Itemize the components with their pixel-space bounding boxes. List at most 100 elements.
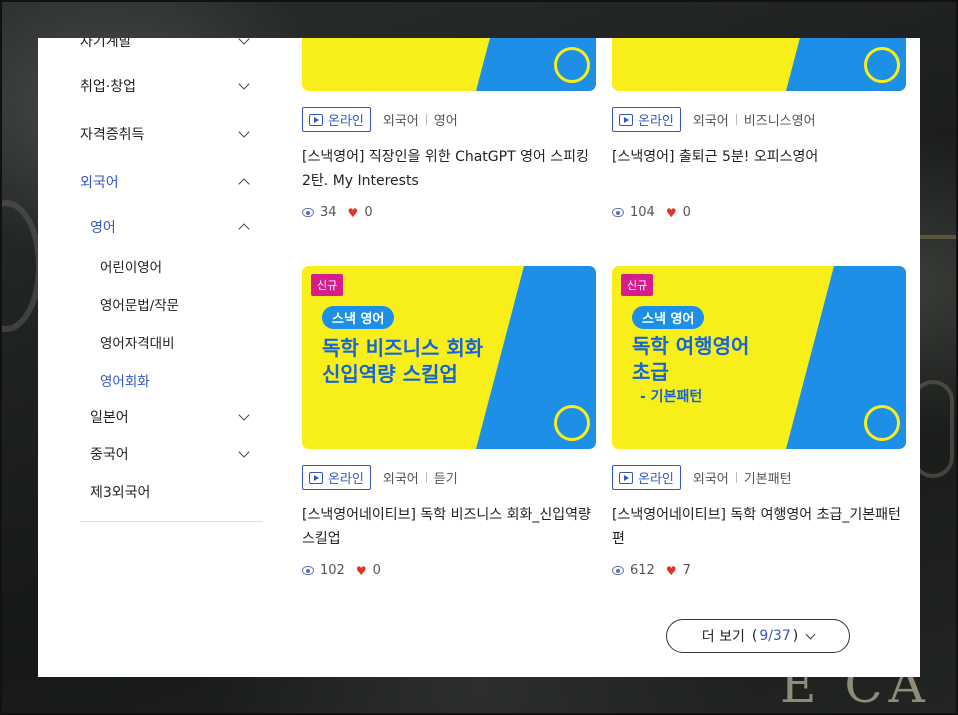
course-meta: 온라인 외국어 듣기: [302, 465, 458, 490]
heart-icon: ♥: [665, 205, 677, 220]
load-more-label: 더 보기: [701, 629, 745, 645]
play-icon: [309, 113, 323, 126]
view-count: 34: [320, 205, 337, 220]
load-more-count: 9/37: [759, 628, 791, 644]
sidebar-leaf-grammar[interactable]: 영어문법/작문: [100, 294, 179, 314]
category-separator: [735, 472, 737, 483]
thumbnail-headline: 독학 비즈니스 회화: [322, 336, 484, 360]
eye-icon: [302, 566, 314, 575]
course-thumbnail[interactable]: 신규 스낵 영어 독학 여행영어 초급 - 기본패턴: [612, 266, 906, 449]
load-more-button[interactable]: 더 보기 (9/37): [666, 619, 850, 653]
sidebar-subitem-chinese[interactable]: 중국어: [90, 444, 252, 464]
sidebar-leaf-conversation[interactable]: 영어회화: [100, 370, 150, 390]
view-count: 104: [630, 205, 655, 220]
category-separator: [425, 114, 427, 125]
new-badge: 신규: [311, 274, 344, 296]
heart-icon: ♥: [665, 563, 677, 578]
like-count: 0: [364, 205, 373, 220]
load-more-paren-open: (: [751, 628, 758, 644]
sidebar-subitem-japanese[interactable]: 일본어: [90, 407, 252, 427]
thumbnail-headline: 독학 여행영어: [632, 334, 750, 358]
course-thumbnail[interactable]: [612, 38, 906, 91]
chevron-down-icon: [238, 38, 250, 45]
chevron-up-icon: [238, 178, 250, 190]
sidebar-leaf-english-cert[interactable]: 영어자격대비: [100, 332, 175, 352]
chevron-up-icon: [238, 223, 250, 235]
like-count: 0: [372, 563, 381, 578]
thumbnail-headline: 초급: [632, 360, 669, 384]
thumbnail-tag: 스낵 영어: [322, 306, 395, 329]
course-stats: 104 ♥ 0: [612, 205, 691, 220]
sidebar-item-certificate[interactable]: 자격증취득: [80, 124, 252, 144]
course-stats: 34 ♥ 0: [302, 205, 373, 220]
category-secondary: 듣기: [433, 472, 458, 487]
play-icon: [309, 471, 323, 484]
category-secondary: 비즈니스영어: [743, 114, 816, 129]
category-secondary: 기본패턴: [743, 472, 792, 487]
brand-stamp-icon: [864, 405, 900, 441]
online-label: 온라인: [638, 114, 674, 129]
course-meta: 온라인 외국어 기본패턴: [612, 465, 792, 490]
sidebar-item-label: 자격증취득: [80, 127, 145, 143]
play-icon: [619, 471, 633, 484]
category-secondary: 영어: [433, 114, 458, 129]
course-stats: 102 ♥ 0: [302, 563, 381, 578]
category-primary: 외국어: [382, 472, 419, 487]
view-count: 102: [320, 563, 345, 578]
like-count: 7: [682, 563, 691, 578]
sidebar-item-label: 취업·창업: [80, 79, 136, 95]
online-badge: 온라인: [612, 465, 681, 490]
play-icon: [619, 113, 633, 126]
like-count: 0: [682, 205, 691, 220]
eye-icon: [612, 208, 624, 217]
thumbnail-subtitle: - 기본패턴: [640, 389, 703, 405]
heart-icon: ♥: [355, 563, 367, 578]
sidebar-item-label: 일본어: [90, 410, 129, 426]
course-title[interactable]: [스낵영어네이티브] 독학 여행영어 초급_기본패턴 편: [612, 503, 906, 551]
course-title[interactable]: [스낵영어네이티브] 독학 비즈니스 회화_신입역량 스킬업: [302, 503, 596, 551]
online-label: 온라인: [328, 114, 364, 129]
brand-stamp-icon: [554, 47, 590, 83]
background-decoration: [0, 200, 42, 332]
thumbnail-headline: 신입역량 스킬업: [322, 362, 458, 386]
sidebar-item-label: 제3외국어: [90, 485, 151, 501]
chevron-down-icon: [238, 409, 250, 421]
category-separator: [735, 114, 737, 125]
chevron-down-icon: [805, 629, 816, 639]
sidebar-item-label: 중국어: [90, 447, 129, 463]
sidebar-item-label: 자기계발: [80, 38, 132, 50]
online-label: 온라인: [638, 472, 674, 487]
sidebar-subitem-english[interactable]: 영어: [90, 217, 252, 237]
category-primary: 외국어: [692, 114, 729, 129]
chevron-down-icon: [238, 446, 250, 458]
eye-icon: [612, 566, 624, 575]
sidebar-item-career[interactable]: 취업·창업: [80, 76, 252, 96]
course-meta: 온라인 외국어 영어: [302, 107, 458, 132]
sidebar-item-foreign-language[interactable]: 외국어: [80, 172, 252, 192]
background-decoration: [920, 235, 958, 239]
course-title[interactable]: [스낵영어] 출퇴근 5분! 오피스영어: [612, 145, 906, 169]
brand-stamp-icon: [554, 405, 590, 441]
sidebar-subitem-third-language[interactable]: 제3외국어: [90, 482, 252, 502]
new-badge: 신규: [621, 274, 654, 296]
sidebar-item-self-dev[interactable]: 자기계발: [80, 38, 252, 51]
course-thumbnail[interactable]: 신규 스낵 영어 독학 비즈니스 회화 신입역량 스킬업: [302, 266, 596, 449]
course-title[interactable]: [스낵영어] 직장인을 위한 ChatGPT 영어 스피킹 2탄. My Int…: [302, 145, 596, 193]
eye-icon: [302, 208, 314, 217]
chevron-down-icon: [238, 126, 250, 138]
online-badge: 온라인: [302, 107, 371, 132]
online-badge: 온라인: [302, 465, 371, 490]
brand-stamp-icon: [864, 47, 900, 83]
course-thumbnail[interactable]: [302, 38, 596, 91]
course-meta: 온라인 외국어 비즈니스영어: [612, 107, 816, 132]
online-badge: 온라인: [612, 107, 681, 132]
sidebar-item-label: 영어: [90, 220, 116, 236]
online-label: 온라인: [328, 472, 364, 487]
course-stats: 612 ♥ 7: [612, 563, 691, 578]
load-more-paren-close: ): [792, 628, 799, 644]
category-primary: 외국어: [692, 472, 729, 487]
sidebar-item-label: 외국어: [80, 175, 119, 191]
view-count: 612: [630, 563, 655, 578]
sidebar-leaf-kids-english[interactable]: 어린이영어: [100, 256, 162, 276]
heart-icon: ♥: [347, 205, 359, 220]
